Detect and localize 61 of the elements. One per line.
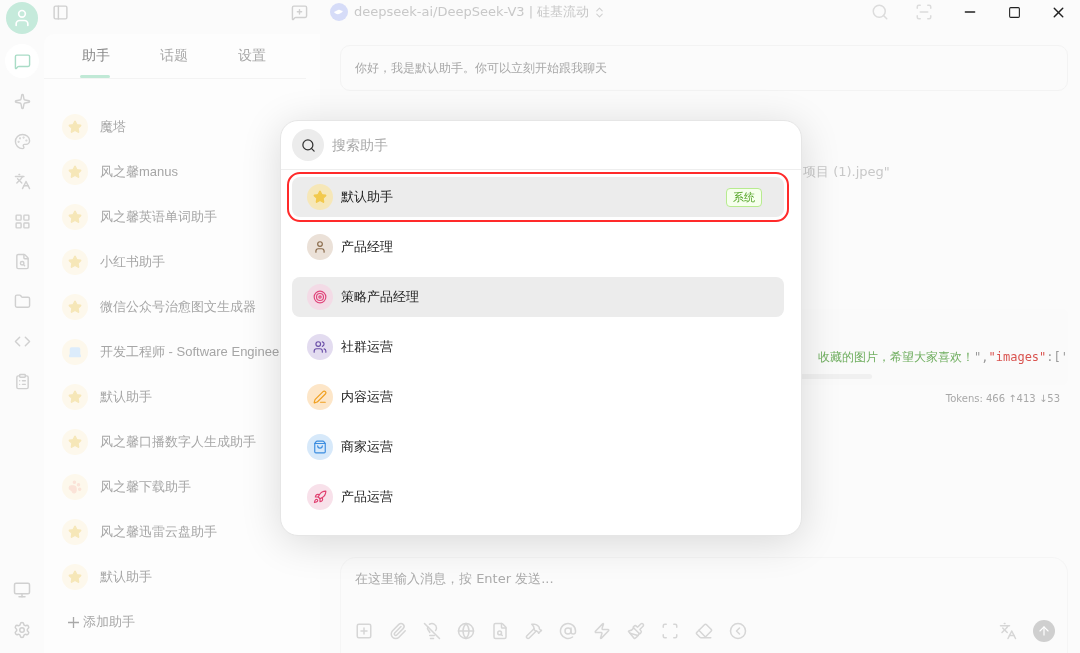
pen-icon [307,384,333,410]
sidebar-toggle-icon[interactable] [52,3,69,21]
hammer-icon[interactable] [525,622,543,640]
people-icon [307,334,333,360]
chat-icon[interactable] [5,44,39,78]
arrow-up-icon [1037,624,1051,638]
new-chat-icon[interactable] [291,3,308,21]
assistant-name[interactable]: 魔塔 [100,117,126,136]
plus-icon [68,616,79,628]
assistant-name[interactable]: 风之馨迅雷云盘助手 [100,522,217,541]
lightbulb-icon[interactable] [423,622,441,640]
lightning-icon[interactable] [593,622,611,640]
collapse-icon[interactable] [729,622,747,640]
bag-icon [307,434,333,460]
assistant-name[interactable]: 开发工程师 - Software Enginee [100,342,280,361]
message-input[interactable]: 在这里输入消息，按 Enter 发送... [340,557,1068,653]
target-icon [307,284,333,310]
model-logo-icon [330,3,348,21]
assistant-name[interactable]: 默认助手 [100,567,152,586]
assistant-option[interactable]: 产品经理 [292,227,784,267]
assistant-name[interactable]: 风之馨英语单词助手 [100,207,217,226]
send-button[interactable] [1033,620,1055,642]
avatar-icon[interactable] [6,2,38,34]
assistant-name[interactable]: 风之馨manus [100,162,179,181]
add-assistant-button[interactable]: 添加助手 [44,605,320,631]
assistant-name: 产品经理 [341,238,394,256]
laptop-icon[interactable] [62,338,88,365]
fullscreen-icon[interactable] [661,622,679,640]
assistant-name: 商家运营 [341,438,394,456]
sidebar-tab[interactable]: 话题 [150,34,228,78]
translate-icon[interactable] [999,622,1017,640]
brush-icon[interactable] [627,622,645,640]
assistant-option[interactable]: 商家运营 [292,427,784,467]
assistant-name[interactable]: 微信公众号治愈图文生成器 [100,297,256,316]
greeting-message: 你好，我是默认助手。你可以立刻开始跟我聊天 [340,45,1068,91]
person-icon [307,234,333,260]
assistant-name: 默认助手 [341,188,394,206]
assistant-name[interactable]: 默认助手 [100,387,152,406]
assistant-name: 策略产品经理 [341,288,420,306]
eraser-icon[interactable] [695,622,713,640]
assistant-name: 产品运营 [341,488,394,506]
search-icon [292,129,324,161]
search-field[interactable]: 搜索助手 [330,136,801,154]
assistant-option[interactable]: 策略产品经理 [292,277,784,317]
assistant-name[interactable]: 风之馨口播数字人生成助手 [100,432,256,451]
file-search-icon[interactable] [491,622,509,640]
attach-icon[interactable] [389,622,407,640]
paw-icon[interactable] [62,473,88,500]
new-topic-icon[interactable] [355,622,373,640]
system-tag: 系统 [726,187,762,207]
assistant-name: 内容运营 [341,388,394,406]
token-count: Tokens: 466 ↑413 ↓53 [945,393,1060,404]
assistant-name: 社群运营 [341,338,394,356]
rocket-icon [307,484,333,510]
sidebar-tab[interactable]: 设置 [228,34,306,78]
assistant-option[interactable]: 产品运营 [292,477,784,517]
globe-icon[interactable] [457,622,475,640]
sidebar-tab[interactable]: 助手 [72,34,150,78]
assistant-name[interactable]: 小红书助手 [100,252,165,271]
mention-icon[interactable] [559,622,577,640]
assistant-name[interactable]: 风之馨下载助手 [100,477,191,496]
